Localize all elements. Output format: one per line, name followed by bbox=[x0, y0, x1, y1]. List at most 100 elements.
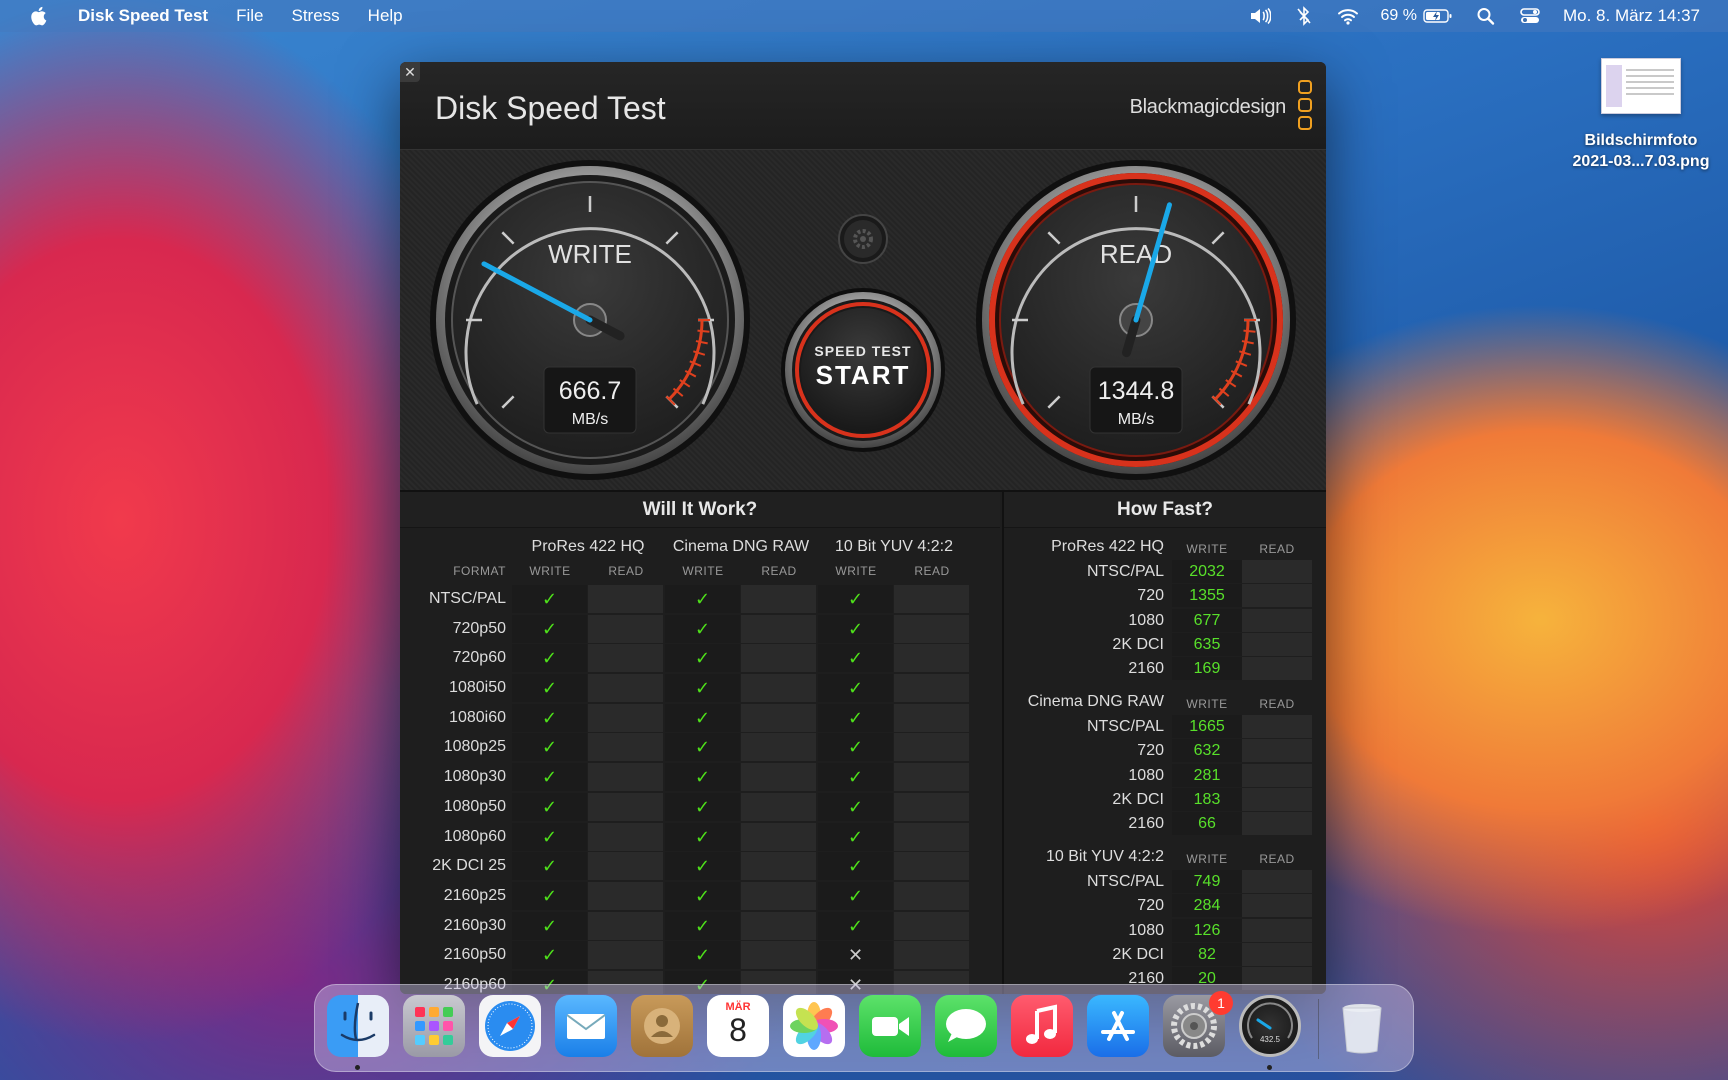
read-result-cell bbox=[588, 911, 663, 940]
check-icon: ✓ bbox=[512, 614, 587, 643]
check-icon: ✓ bbox=[512, 733, 587, 762]
read-gauge: READ 1344.8 MB/s bbox=[976, 160, 1296, 480]
fps-read-value bbox=[1242, 763, 1312, 787]
desktop-screenshot-file[interactable]: Bildschirmfoto 2021-03...7.03.png bbox=[1556, 58, 1726, 172]
check-icon: ✓ bbox=[665, 792, 740, 821]
speed-row: 2K DCI 635 bbox=[1004, 632, 1326, 657]
fps-read-value bbox=[1242, 918, 1312, 942]
check-icon: ✓ bbox=[818, 763, 893, 792]
bluetooth-off-icon[interactable] bbox=[1293, 6, 1315, 26]
read-result-cell bbox=[588, 674, 663, 703]
check-icon: ✓ bbox=[665, 703, 740, 732]
safari-icon[interactable] bbox=[479, 995, 541, 1057]
fps-read-value bbox=[1242, 942, 1312, 966]
write-subheader: WRITE bbox=[529, 564, 571, 578]
speed-group-codec: 10 Bit YUV 4:2:2 bbox=[1046, 848, 1164, 865]
format-row: 720p50 ✓ ✓ ✓ bbox=[400, 614, 1000, 644]
volume-icon[interactable] bbox=[1249, 6, 1271, 26]
fps-read-value bbox=[1242, 560, 1312, 583]
write-subheader: WRITE bbox=[1186, 542, 1228, 556]
format-row: 1080p30 ✓ ✓ ✓ bbox=[400, 762, 1000, 792]
check-icon: ✓ bbox=[665, 614, 740, 643]
read-gauge-label: READ bbox=[1100, 239, 1172, 269]
check-icon: ✓ bbox=[818, 644, 893, 673]
blackmagic-logo-icon bbox=[1298, 80, 1312, 130]
will-it-work-panel: Will It Work? ProRes 422 HQ Cinema DNG R… bbox=[400, 492, 1000, 994]
read-subheader: READ bbox=[608, 564, 644, 578]
music-icon[interactable] bbox=[1011, 995, 1073, 1057]
start-button-label: START bbox=[816, 360, 911, 390]
read-result-cell bbox=[894, 852, 969, 881]
menu-app-name[interactable]: Disk Speed Test bbox=[78, 6, 208, 26]
read-result-cell bbox=[741, 585, 816, 613]
contacts-icon[interactable] bbox=[631, 995, 693, 1057]
trash-icon[interactable] bbox=[1331, 995, 1393, 1057]
fps-read-value bbox=[1242, 584, 1312, 608]
fps-write-value: 1665 bbox=[1172, 715, 1242, 738]
notification-badge: 1 bbox=[1209, 991, 1233, 1015]
fps-write-value: 126 bbox=[1172, 918, 1242, 942]
file-name: Bildschirmfoto 2021-03...7.03.png bbox=[1572, 132, 1710, 170]
read-result-cell bbox=[894, 585, 969, 613]
spotlight-search-icon[interactable] bbox=[1475, 6, 1497, 26]
close-button[interactable]: ✕ bbox=[400, 62, 420, 82]
speed-format-label: 720 bbox=[1137, 742, 1164, 760]
fps-read-value bbox=[1242, 894, 1312, 918]
mail-icon[interactable] bbox=[555, 995, 617, 1057]
gauge-redline-tick bbox=[697, 329, 710, 333]
read-result-cell bbox=[894, 644, 969, 673]
photos-icon[interactable] bbox=[783, 995, 845, 1057]
menu-file[interactable]: File bbox=[236, 6, 263, 26]
check-icon: ✓ bbox=[818, 822, 893, 851]
check-icon: ✓ bbox=[665, 674, 740, 703]
calendar-icon[interactable]: MÄR 8 bbox=[707, 995, 769, 1057]
read-result-cell bbox=[741, 881, 816, 910]
read-subheader: READ bbox=[1259, 852, 1295, 866]
menu-bar: Disk Speed Test File Stress Help 69 % Mo… bbox=[0, 0, 1728, 32]
gauge-redline-tick bbox=[1243, 329, 1256, 333]
how-fast-panel: How Fast? ProRes 422 HQ WRITE READ NTSC/PAL… bbox=[1002, 492, 1326, 994]
speed-row: 1080 126 bbox=[1004, 918, 1326, 943]
fps-read-value bbox=[1242, 812, 1312, 836]
format-label: 1080p60 bbox=[443, 827, 506, 845]
check-icon: ✓ bbox=[665, 852, 740, 881]
speed-group-codec: Cinema DNG RAW bbox=[1027, 693, 1164, 710]
menu-stress[interactable]: Stress bbox=[291, 6, 339, 26]
battery-icon[interactable] bbox=[1423, 6, 1453, 26]
menu-clock[interactable]: Mo. 8. März 14:37 bbox=[1563, 6, 1700, 26]
fps-read-value bbox=[1242, 657, 1312, 681]
check-icon: ✓ bbox=[665, 911, 740, 940]
speed-format-label: 720 bbox=[1137, 897, 1164, 915]
finder-icon[interactable] bbox=[327, 995, 389, 1057]
format-row: 1080i50 ✓ ✓ ✓ bbox=[400, 673, 1000, 703]
write-subheader: WRITE bbox=[682, 564, 724, 578]
speed-format-label: NTSC/PAL bbox=[1086, 563, 1164, 580]
battery-percent: 69 % bbox=[1380, 7, 1417, 24]
check-icon: ✓ bbox=[665, 822, 740, 851]
app-store-icon[interactable] bbox=[1087, 995, 1149, 1057]
speed-row: 720 632 bbox=[1004, 739, 1326, 763]
wifi-icon[interactable] bbox=[1337, 6, 1359, 26]
read-result-cell bbox=[741, 703, 816, 732]
speed-row: 1080 677 bbox=[1004, 608, 1326, 633]
read-result-cell bbox=[894, 941, 969, 970]
settings-gear-icon[interactable] bbox=[838, 214, 888, 264]
start-button[interactable]: SPEED TEST START bbox=[781, 288, 945, 452]
start-button-subtitle: SPEED TEST bbox=[814, 343, 911, 359]
messages-icon[interactable] bbox=[935, 995, 997, 1057]
format-label: 2160p25 bbox=[443, 886, 506, 904]
format-label: 1080i60 bbox=[449, 708, 506, 726]
control-center-icon[interactable] bbox=[1519, 6, 1541, 26]
apple-menu-icon[interactable] bbox=[28, 5, 48, 27]
disk-speed-test-icon[interactable]: 432.5 bbox=[1239, 995, 1301, 1057]
window-title: Disk Speed Test bbox=[435, 90, 666, 126]
fps-write-value: 169 bbox=[1172, 657, 1242, 681]
format-label: 2160p30 bbox=[443, 916, 506, 934]
menu-help[interactable]: Help bbox=[368, 6, 403, 26]
read-result-cell bbox=[588, 792, 663, 821]
format-label: 2160p50 bbox=[443, 946, 506, 964]
check-icon: ✓ bbox=[818, 911, 893, 940]
launchpad-icon[interactable] bbox=[403, 995, 465, 1057]
speed-format-label: 2K DCI bbox=[1112, 635, 1164, 653]
facetime-icon[interactable] bbox=[859, 995, 921, 1057]
